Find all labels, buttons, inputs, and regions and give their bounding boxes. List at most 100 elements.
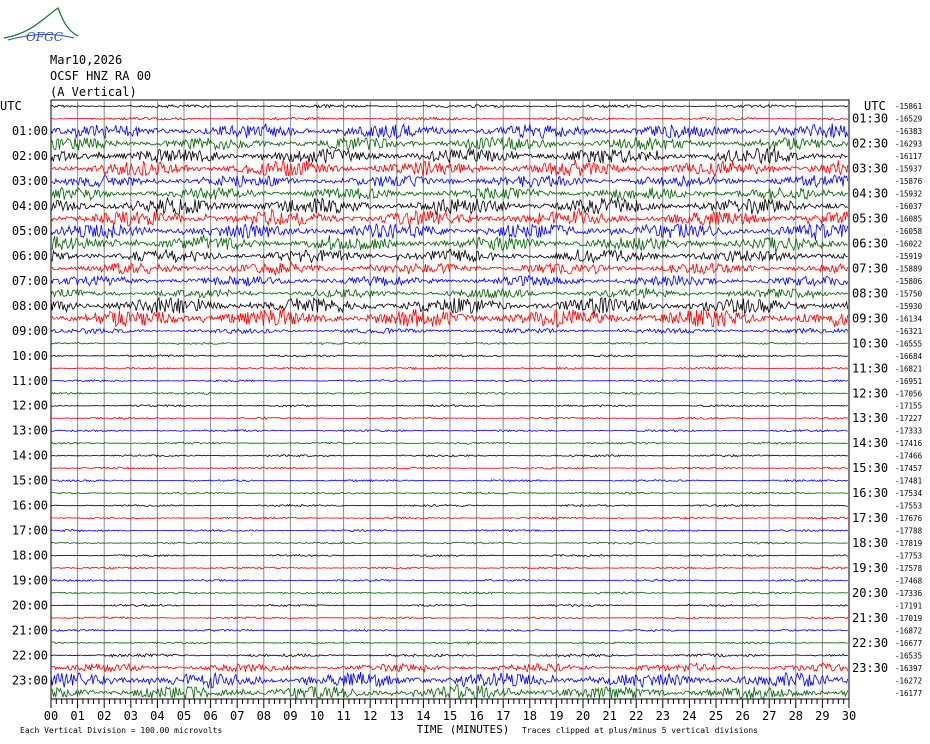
- trace-offset-label: -16821: [895, 364, 922, 373]
- seismic-trace: [50, 553, 848, 558]
- seismic-trace: [50, 147, 848, 165]
- trace-offset-label: -16134: [895, 314, 923, 323]
- scale-note: Each Vertical Division = 100.00 microvol…: [20, 726, 223, 735]
- trace-offset-label: -17553: [895, 502, 922, 511]
- x-tick-label: 07: [230, 709, 244, 723]
- hour-label-left: 07:00: [12, 274, 48, 288]
- seismic-trace: [50, 404, 849, 408]
- x-tick-label: 17: [496, 709, 510, 723]
- helicorder-plot: -15861 -16529 -16383 -16293 -16117 -15937 -158…: [0, 99, 923, 736]
- trace-offset-label: -17676: [895, 514, 923, 523]
- trace-offset-label: -17227: [895, 414, 922, 423]
- trace-offset-label: -16677: [895, 639, 922, 648]
- trace-offset-label: -17416: [895, 439, 923, 448]
- hour-label-right: 15:30: [852, 461, 888, 475]
- trace-offset-label: -16085: [895, 215, 922, 224]
- seismic-trace: [50, 429, 848, 433]
- x-tick-label: 20: [576, 709, 590, 723]
- hour-label-left: 08:00: [12, 299, 48, 313]
- seismic-trace: [50, 354, 848, 358]
- hour-label-left: 22:00: [12, 648, 48, 662]
- hour-label-right: 12:30: [852, 386, 888, 400]
- hour-label-left: 21:00: [12, 623, 48, 637]
- seismic-trace: [50, 379, 849, 383]
- plot-grid: [50, 99, 850, 700]
- hour-label-left: 15:00: [12, 474, 48, 488]
- seismic-trace: [50, 672, 849, 690]
- seismic-trace: [50, 578, 848, 583]
- seismic-trace: [50, 287, 849, 300]
- hour-label-right: 17:30: [852, 511, 888, 525]
- x-tick-label: 06: [203, 709, 217, 723]
- x-tick-label: 19: [549, 709, 563, 723]
- hour-label-left: 01:00: [12, 124, 48, 138]
- x-tick-label: 02: [97, 709, 111, 723]
- seismic-trace: [50, 249, 848, 264]
- trace-offset-label: -16383: [895, 127, 922, 136]
- seismic-trace: [50, 616, 849, 620]
- hour-label-right: 23:30: [852, 661, 888, 675]
- trace-offset-label: -15861: [895, 102, 922, 111]
- x-tick-label: 23: [656, 709, 670, 723]
- trace-group: [50, 103, 849, 701]
- hour-label-right: 03:30: [852, 162, 888, 176]
- trace-offset-label: -16293: [895, 140, 922, 149]
- hour-label-left: 03:00: [12, 174, 48, 188]
- seismic-trace: [50, 260, 849, 276]
- x-tick-label: 12: [363, 709, 377, 723]
- x-tick-label: 14: [416, 709, 430, 723]
- hour-label-left: 14:00: [12, 449, 48, 463]
- x-tick-label: 15: [443, 709, 457, 723]
- x-tick-label: 21: [602, 709, 616, 723]
- hour-label-left: 16:00: [12, 499, 48, 513]
- trace-offset-label: -16177: [895, 689, 922, 698]
- x-tick-label: 13: [390, 709, 404, 723]
- seismic-trace: [50, 309, 849, 328]
- seismic-trace: [50, 516, 849, 520]
- trace-offset-label: -17578: [895, 564, 923, 573]
- x-tick-label: 01: [70, 709, 84, 723]
- axis-labels: -15861 -16529 -16383 -16293 -16117 -15937 -158…: [0, 99, 923, 736]
- hour-label-right: 10:30: [852, 336, 888, 350]
- seismic-trace: [50, 628, 848, 633]
- hour-label-right: 11:30: [852, 361, 888, 375]
- hour-label-right: 14:30: [852, 436, 888, 450]
- x-axis-title: TIME (MINUTES): [417, 723, 510, 736]
- hour-label-right: 09:30: [852, 311, 888, 325]
- hour-label-left: 02:00: [12, 149, 48, 163]
- hour-label-left: 10:00: [12, 349, 48, 363]
- seismic-trace: [50, 591, 848, 595]
- seismic-trace: [50, 136, 849, 152]
- clip-note: Traces clipped at plus/minus 5 vertical …: [522, 726, 759, 735]
- trace-offset-label: -16117: [895, 152, 922, 161]
- x-tick-label: 28: [789, 709, 803, 723]
- hour-label-left: 04:00: [12, 199, 48, 213]
- seismic-trace: [50, 116, 849, 121]
- hour-label-right: 01:30: [852, 112, 888, 126]
- trace-offset-label: -17466: [895, 452, 923, 461]
- seismic-trace: [50, 566, 848, 570]
- seismic-trace: [50, 366, 849, 371]
- hour-label-right: 13:30: [852, 411, 888, 425]
- hour-label-left: 09:00: [12, 324, 48, 338]
- seismic-trace: [50, 466, 848, 470]
- hour-label-left: 23:00: [12, 673, 48, 687]
- trace-offset-label: -17019: [895, 614, 922, 623]
- seismic-trace: [50, 641, 848, 645]
- trace-offset-label: -17468: [895, 576, 923, 585]
- trace-offset-label: -17056: [895, 389, 923, 398]
- trace-offset-label: -16951: [895, 377, 922, 386]
- hour-label-right: 20:30: [852, 586, 888, 600]
- hour-label-left: 05:00: [12, 224, 48, 238]
- trace-offset-label: -17336: [895, 589, 923, 598]
- trace-offset-label: -17534: [895, 489, 923, 498]
- seismic-trace: [50, 453, 849, 458]
- seismic-trace: [50, 103, 849, 109]
- seismic-trace: [50, 391, 848, 395]
- seismic-trace: [50, 174, 849, 189]
- seismic-trace: [50, 541, 848, 545]
- trace-offset-label: -16555: [895, 339, 922, 348]
- trace-offset-label: -15876: [895, 177, 923, 186]
- seismic-trace: [50, 296, 849, 315]
- trace-offset-label: -17191: [895, 601, 922, 610]
